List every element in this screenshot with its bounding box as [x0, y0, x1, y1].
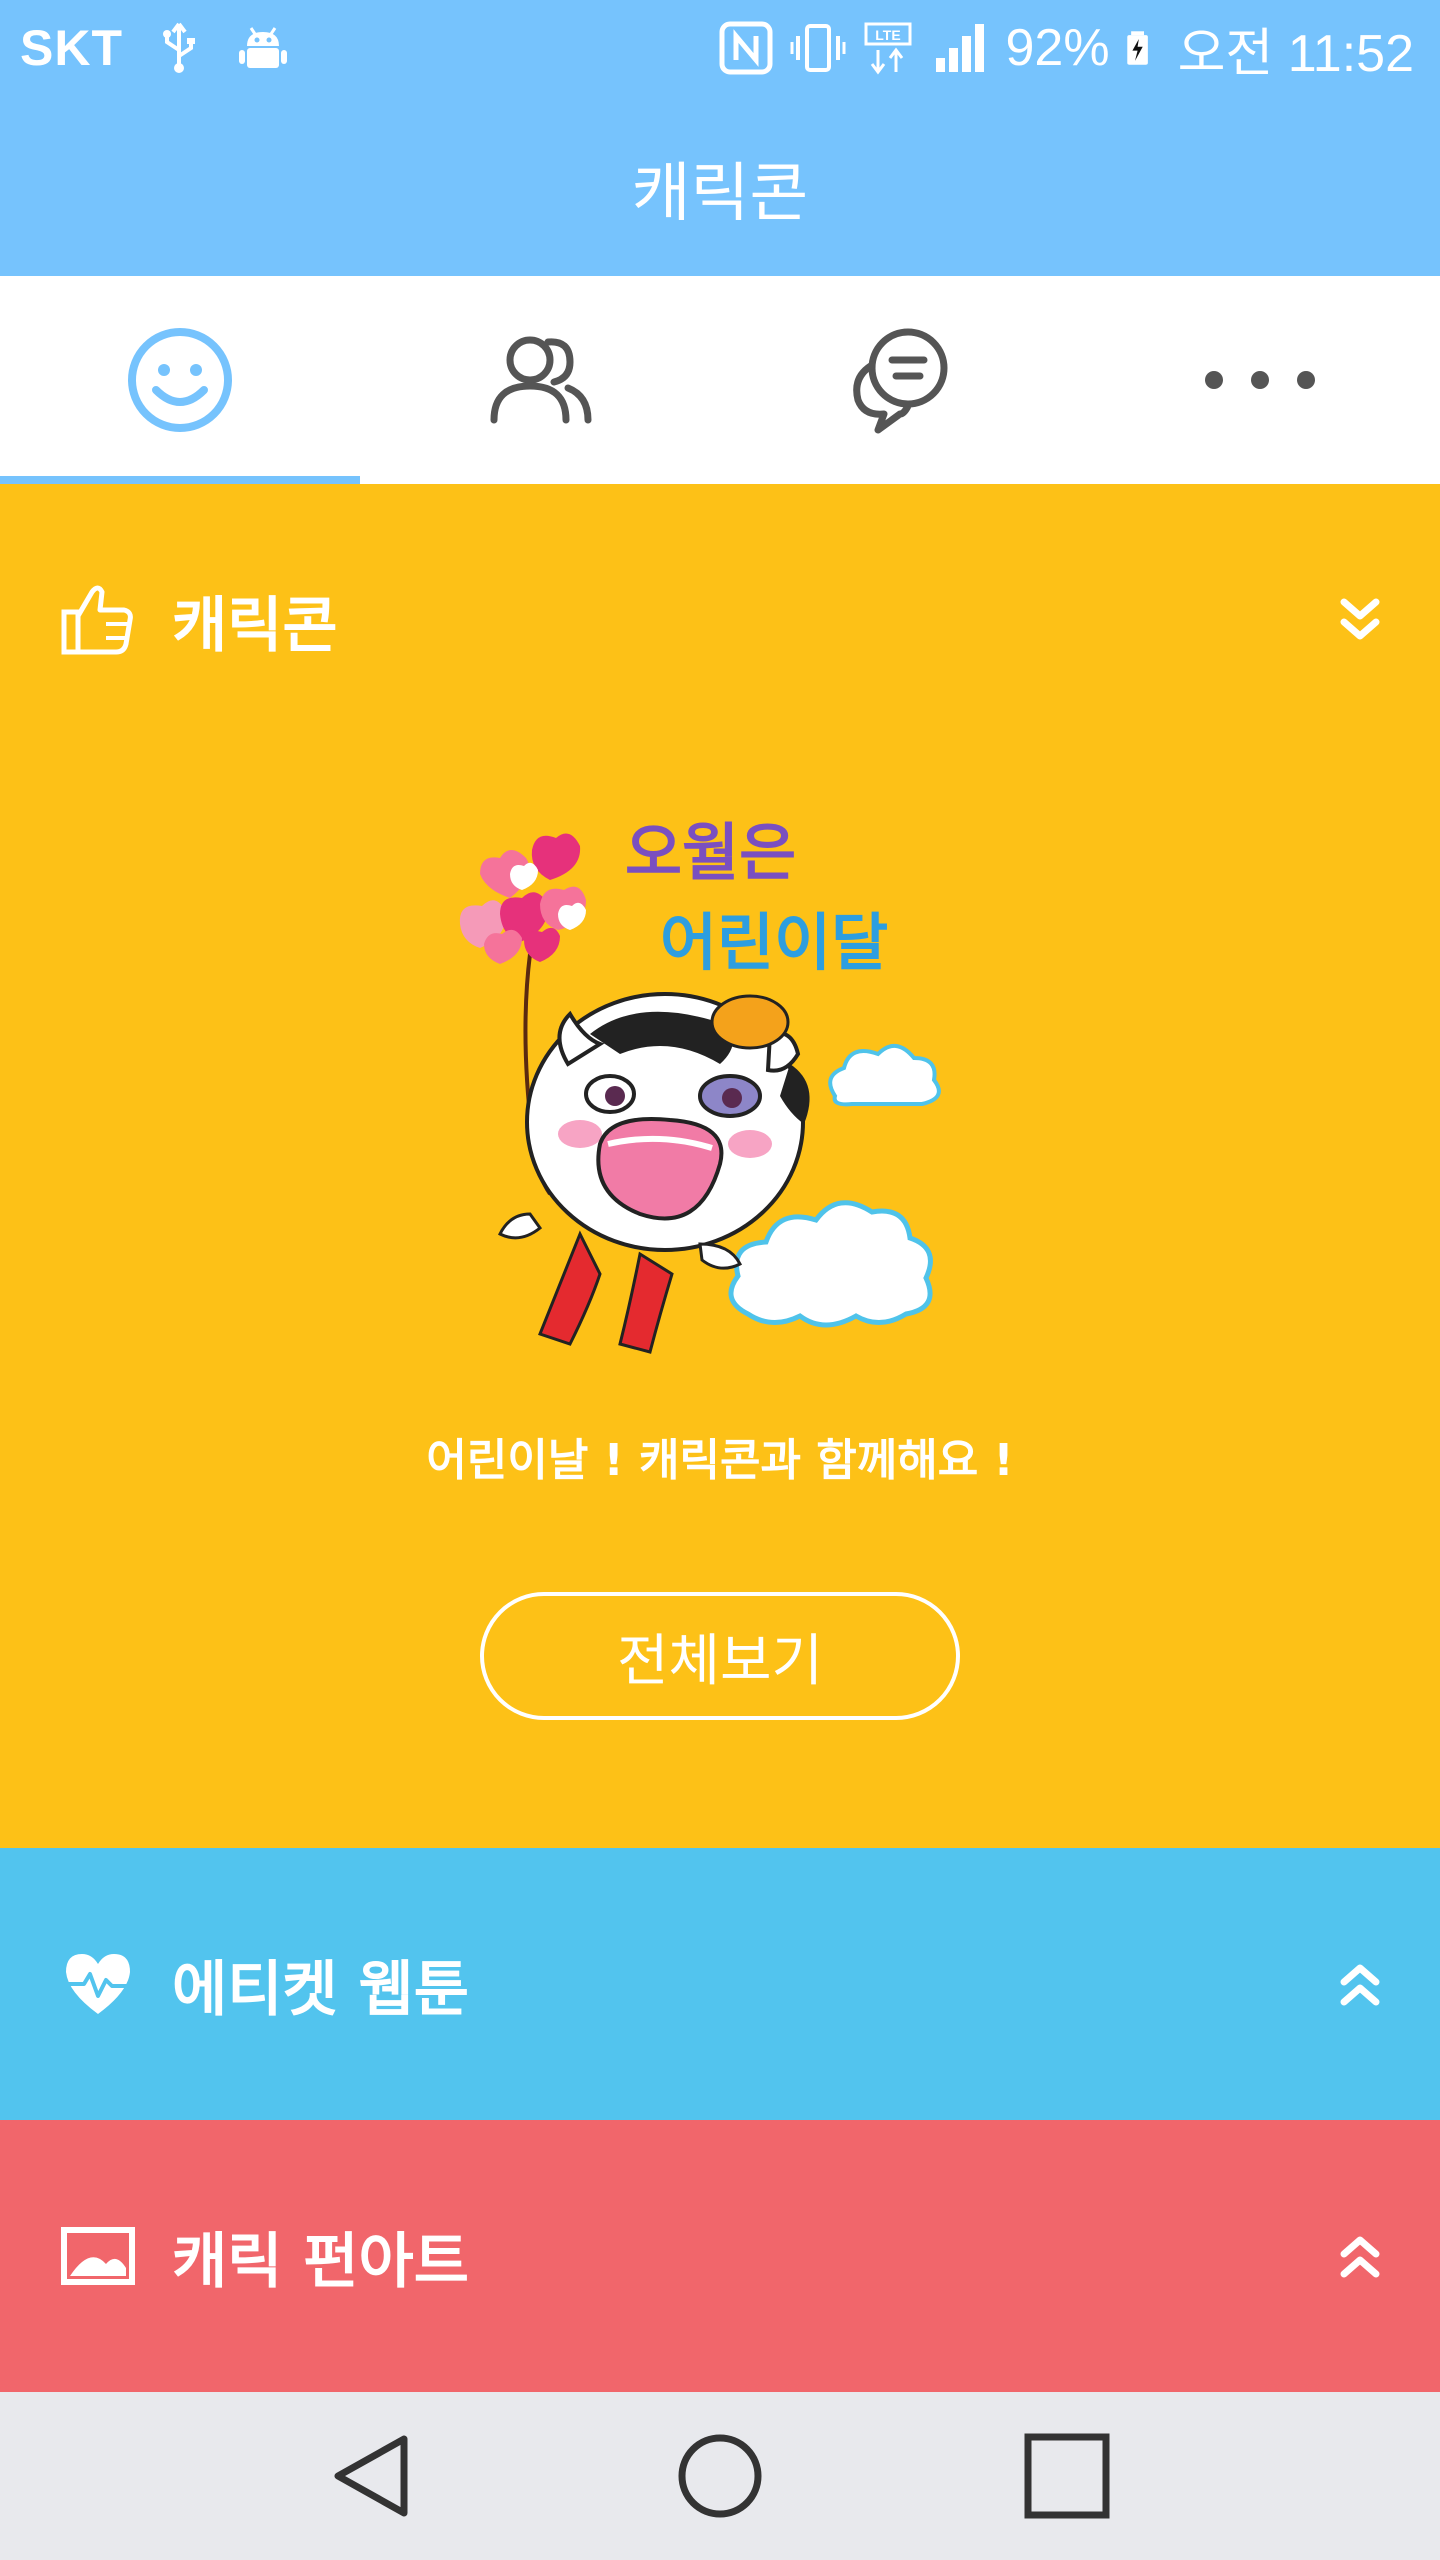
more-dots-icon	[1205, 371, 1315, 389]
smiley-icon	[128, 328, 232, 432]
section-webtoon-header[interactable]: 에티켓 웹툰	[0, 1848, 1440, 2120]
banner-line1: 오월은	[625, 816, 796, 889]
recents-button[interactable]	[1012, 2421, 1122, 2531]
status-time: 오전 11:52	[1177, 24, 1414, 83]
battery-charging-icon	[1126, 31, 1148, 65]
section-fanart-title: 캐릭 펀아트	[172, 2226, 469, 2297]
section-charicon-header[interactable]: 캐릭콘	[0, 484, 1440, 756]
chat-bubbles-icon	[853, 328, 948, 434]
signal-icon	[935, 24, 984, 72]
lte-icon: LTE	[864, 22, 912, 75]
back-button[interactable]	[318, 2421, 428, 2531]
status-bar-left: SKT	[20, 18, 291, 78]
tab-friends[interactable]	[360, 276, 720, 484]
usb-icon	[163, 22, 195, 73]
tab-emoticon[interactable]	[0, 276, 360, 484]
app-bar: 캐릭콘	[0, 96, 1440, 276]
heart-pulse-icon	[64, 1954, 132, 2014]
status-bar: SKT LTE 92% 오전 11:52	[0, 0, 1440, 96]
double-chevron-up-icon[interactable]	[1338, 1958, 1382, 2010]
tab-bar	[0, 276, 1440, 484]
image-icon	[61, 2227, 135, 2285]
section-fanart[interactable]: 캐릭 펀아트	[0, 2120, 1440, 2392]
small-cloud	[828, 1044, 941, 1107]
home-button[interactable]	[665, 2421, 775, 2531]
back-icon	[334, 2435, 408, 2517]
app-title: 캐릭콘	[631, 157, 809, 231]
status-bar-right: LTE 92% 오전 11:52	[718, 18, 1414, 83]
view-all-button[interactable]: 전체보기	[480, 1592, 960, 1720]
section-charicon-title: 캐릭콘	[172, 590, 338, 661]
vibrate-icon	[790, 24, 846, 72]
section-charicon: 캐릭콘 오월은 어린이달 어린이날 ! 캐릭콘과 함께해요 ! 전체보기	[0, 484, 1440, 1848]
thumbs-up-icon	[61, 585, 133, 655]
battery-percent: 92%	[1005, 19, 1110, 77]
hearts-bouquet	[459, 833, 586, 964]
charicon-caption: 어린이날 ! 캐릭콘과 함께해요 !	[426, 1435, 1014, 1486]
android-debug-icon	[239, 27, 287, 68]
double-chevron-down-icon[interactable]	[1338, 594, 1382, 646]
carrier-label: SKT	[20, 20, 123, 76]
tab-more[interactable]	[1080, 276, 1440, 484]
double-chevron-up-icon[interactable]	[1338, 2230, 1382, 2282]
tab-selected-indicator	[0, 476, 360, 484]
section-fanart-header[interactable]: 캐릭 펀아트	[0, 2120, 1440, 2392]
large-cloud	[728, 1200, 933, 1328]
childrens-day-illustration: 오월은 어린이달	[459, 816, 941, 1354]
home-icon	[678, 2434, 762, 2518]
tab-chat[interactable]	[720, 276, 1080, 484]
section-webtoon[interactable]: 에티켓 웹툰	[0, 1848, 1440, 2120]
section-webtoon-title: 에티켓 웹툰	[172, 1954, 469, 2025]
svg-text:LTE: LTE	[875, 27, 900, 43]
banner-line2: 어린이달	[660, 906, 888, 979]
recents-icon	[1024, 2433, 1110, 2519]
nfc-icon	[719, 21, 773, 75]
system-nav-bar	[0, 2392, 1440, 2560]
people-icon	[490, 336, 592, 424]
